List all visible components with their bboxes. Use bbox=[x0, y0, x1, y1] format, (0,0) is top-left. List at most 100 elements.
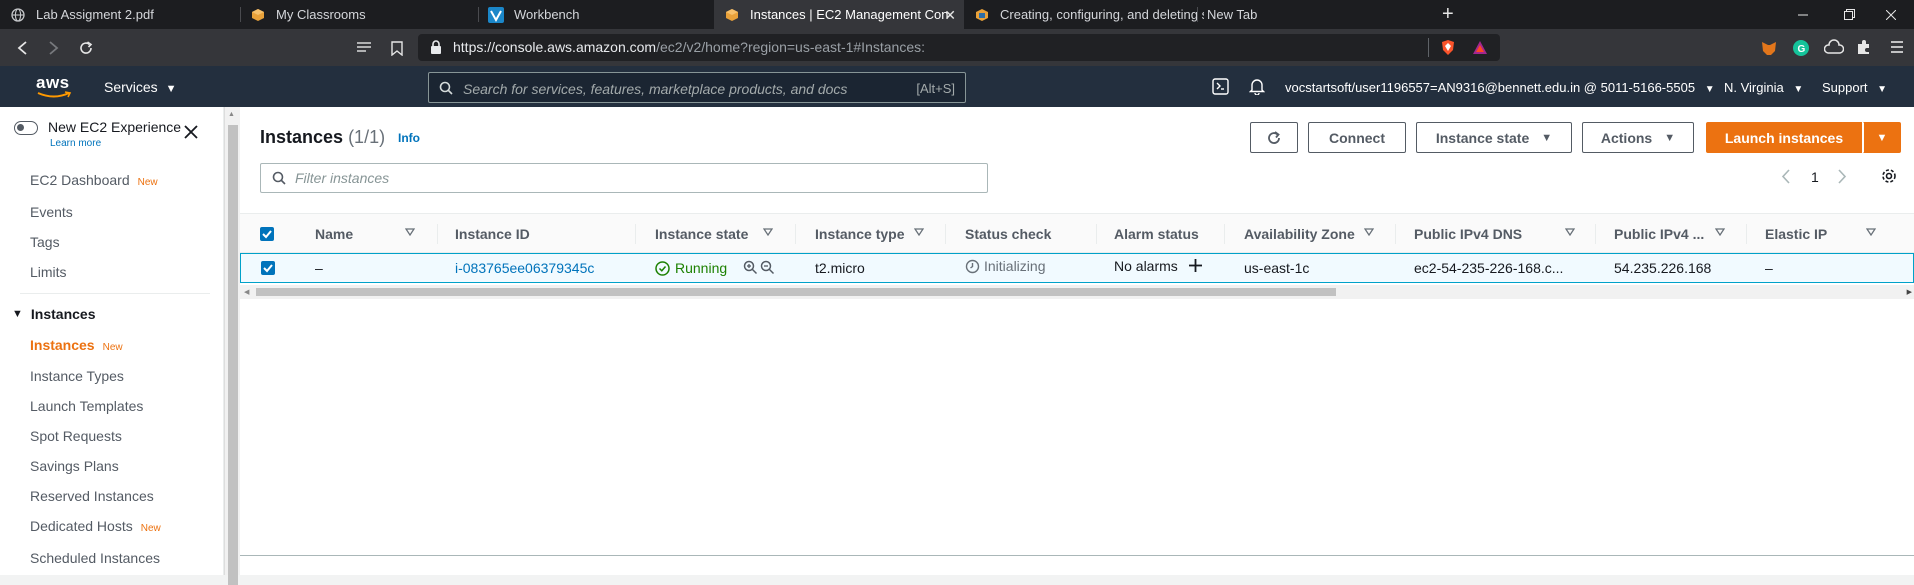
bookmark-icon[interactable] bbox=[387, 38, 407, 58]
services-menu[interactable]: Services ▼ bbox=[104, 79, 176, 95]
column-header-public-dns[interactable]: Public IPv4 DNS bbox=[1414, 226, 1522, 242]
minimize-button[interactable] bbox=[1780, 0, 1826, 29]
sidebar-item-scheduled-instances[interactable]: Scheduled Instances bbox=[30, 550, 160, 566]
row-checkbox[interactable] bbox=[261, 261, 275, 275]
column-header-instance-id[interactable]: Instance ID bbox=[455, 226, 530, 242]
zoom-in-icon[interactable] bbox=[743, 260, 758, 275]
reader-mode-icon[interactable] bbox=[354, 38, 374, 58]
cloudshell-icon[interactable] bbox=[1212, 78, 1229, 95]
column-header-instance-state[interactable]: Instance state bbox=[655, 226, 748, 242]
sidebar-item-launch-templates[interactable]: Launch Templates bbox=[30, 398, 143, 414]
launch-dropdown-button[interactable]: ▼ bbox=[1863, 122, 1901, 153]
browser-tab-newtab[interactable]: New Tab bbox=[1197, 0, 1437, 29]
scroll-right-icon[interactable]: ▶ bbox=[1907, 288, 1912, 296]
scroll-left-icon[interactable]: ◀ bbox=[244, 288, 249, 296]
learn-more-link[interactable]: Learn more bbox=[50, 138, 101, 149]
sort-icon[interactable] bbox=[1565, 228, 1575, 236]
chevron-right-icon[interactable] bbox=[1838, 169, 1847, 184]
browser-tab-ec2[interactable]: Instances | EC2 Management Con ✕ bbox=[714, 0, 964, 29]
support-menu[interactable]: Support ▼ bbox=[1822, 80, 1887, 95]
new-tab-button[interactable]: + bbox=[1442, 4, 1454, 24]
column-divider[interactable] bbox=[437, 224, 438, 244]
column-divider[interactable] bbox=[1595, 224, 1596, 244]
column-header-availability-zone[interactable]: Availability Zone bbox=[1244, 226, 1355, 242]
sidebar-item-limits[interactable]: Limits bbox=[30, 264, 67, 280]
table-row[interactable]: – i-083765ee06379345c Running t2.micro I… bbox=[240, 253, 1914, 283]
close-icon[interactable]: ✕ bbox=[944, 7, 956, 24]
aws-logo[interactable]: aws bbox=[36, 74, 72, 99]
split-panel-divider[interactable] bbox=[240, 555, 1914, 575]
column-divider[interactable] bbox=[1224, 224, 1225, 244]
sidebar-section-instances[interactable]: ▼ Instances bbox=[12, 306, 95, 322]
column-divider[interactable] bbox=[1395, 224, 1396, 244]
sidebar-item-spot-requests[interactable]: Spot Requests bbox=[30, 428, 122, 444]
column-header-public-ipv4[interactable]: Public IPv4 ... bbox=[1614, 226, 1704, 242]
window-close-button[interactable] bbox=[1868, 0, 1914, 29]
column-divider[interactable] bbox=[945, 224, 946, 244]
table-horizontal-scrollbar[interactable]: ◀ ▶ bbox=[240, 285, 1914, 299]
info-link[interactable]: Info bbox=[398, 131, 420, 145]
sort-icon[interactable] bbox=[1866, 228, 1876, 236]
sort-icon[interactable] bbox=[1364, 228, 1374, 236]
column-header-instance-type[interactable]: Instance type bbox=[815, 226, 904, 242]
new-experience-toggle[interactable]: New EC2 Experience bbox=[14, 119, 181, 135]
toggle-switch[interactable] bbox=[14, 121, 38, 135]
scroll-up-icon[interactable]: ▲ bbox=[228, 111, 235, 118]
zoom-out-icon[interactable] bbox=[760, 260, 775, 275]
console-search-input[interactable]: Search for services, features, marketpla… bbox=[428, 72, 966, 103]
chevron-left-icon[interactable] bbox=[1781, 169, 1790, 184]
instance-state-button[interactable]: Instance state ▼ bbox=[1416, 122, 1572, 153]
column-header-name[interactable]: Name bbox=[315, 226, 353, 242]
instance-id-link[interactable]: i-083765ee06379345c bbox=[455, 260, 594, 276]
address-bar[interactable]: https://console.aws.amazon.com/ec2/v2/ho… bbox=[418, 34, 1500, 61]
refresh-button[interactable] bbox=[1250, 122, 1298, 153]
reload-button[interactable] bbox=[76, 38, 96, 58]
actions-button[interactable]: Actions ▼ bbox=[1582, 122, 1694, 153]
column-divider[interactable] bbox=[635, 224, 636, 244]
gear-icon[interactable] bbox=[1881, 168, 1897, 184]
close-icon[interactable] bbox=[184, 125, 198, 139]
sidebar-item-ec2-dashboard[interactable]: EC2 Dashboard New bbox=[30, 172, 158, 188]
sidebar-item-events[interactable]: Events bbox=[30, 204, 73, 220]
brave-rewards-icon[interactable] bbox=[1472, 40, 1488, 55]
sidebar-item-reserved-instances[interactable]: Reserved Instances bbox=[30, 488, 154, 504]
forward-button[interactable] bbox=[44, 38, 64, 58]
column-divider[interactable] bbox=[1746, 224, 1747, 244]
back-button[interactable] bbox=[12, 38, 32, 58]
region-menu[interactable]: N. Virginia ▼ bbox=[1724, 80, 1803, 95]
sidebar-scrollbar[interactable]: ▲ bbox=[224, 107, 240, 585]
sidebar-item-savings-plans[interactable]: Savings Plans bbox=[30, 458, 119, 474]
bell-icon[interactable] bbox=[1249, 78, 1265, 95]
sidebar-item-instances[interactable]: Instances New bbox=[30, 337, 123, 353]
browser-tab-workbench[interactable]: Workbench bbox=[478, 0, 714, 29]
column-header-elastic-ip[interactable]: Elastic IP bbox=[1765, 226, 1827, 242]
grammarly-extension-icon[interactable]: G bbox=[1792, 39, 1810, 57]
sort-icon[interactable] bbox=[763, 228, 773, 236]
column-header-status-check[interactable]: Status check bbox=[965, 226, 1051, 242]
browser-tab-pdf[interactable]: Lab Assigment 2.pdf bbox=[0, 0, 240, 29]
column-divider[interactable] bbox=[1096, 224, 1097, 244]
column-divider[interactable] bbox=[795, 224, 796, 244]
browser-tab-classrooms[interactable]: My Classrooms bbox=[240, 0, 477, 29]
sort-icon[interactable] bbox=[405, 228, 415, 236]
vpn-extension-icon[interactable] bbox=[1824, 39, 1844, 57]
column-header-alarm-status[interactable]: Alarm status bbox=[1114, 226, 1199, 242]
metamask-extension-icon[interactable] bbox=[1760, 39, 1778, 57]
scrollbar-thumb[interactable] bbox=[228, 125, 238, 585]
connect-button[interactable]: Connect bbox=[1308, 122, 1406, 153]
sort-icon[interactable] bbox=[914, 228, 924, 236]
launch-instances-button[interactable]: Launch instances bbox=[1706, 122, 1862, 153]
restore-button[interactable] bbox=[1826, 0, 1872, 29]
browser-tab-docs[interactable]: Creating, configuring, and deleting se bbox=[964, 0, 1204, 29]
sidebar-item-dedicated-hosts[interactable]: Dedicated Hosts New bbox=[30, 518, 161, 534]
account-menu[interactable]: vocstartsoft/user1196557=AN9316@bennett.… bbox=[1285, 80, 1715, 95]
select-all-checkbox[interactable] bbox=[260, 227, 274, 241]
brave-shield-icon[interactable] bbox=[1440, 39, 1456, 56]
page-number[interactable]: 1 bbox=[1811, 169, 1819, 185]
sort-icon[interactable] bbox=[1715, 228, 1725, 236]
extensions-puzzle-icon[interactable] bbox=[1856, 39, 1874, 57]
filter-instances-input[interactable]: Filter instances bbox=[260, 163, 988, 193]
scrollbar-thumb[interactable] bbox=[256, 288, 1336, 296]
sidebar-item-instance-types[interactable]: Instance Types bbox=[30, 368, 124, 384]
sidebar-item-tags[interactable]: Tags bbox=[30, 234, 60, 250]
